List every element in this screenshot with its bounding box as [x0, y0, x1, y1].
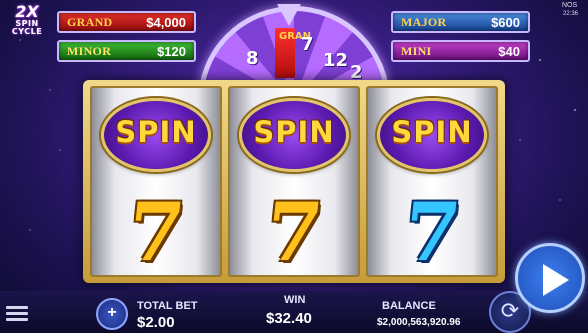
total-bet-value: $2.00 [137, 314, 175, 331]
logo-line-3: CYCLE [11, 27, 43, 36]
reel-2: SPIN 7 [228, 86, 360, 277]
jackpot-grand-label: GRAND [67, 14, 113, 29]
win-label: WIN [284, 294, 306, 306]
jackpot-mini-value: $40 [498, 43, 520, 59]
balance-value: $2,000,563,920.96 [377, 317, 461, 328]
refresh-icon: ⟳ [500, 298, 520, 323]
spin-symbol-text: SPIN [391, 115, 473, 149]
jackpot-minor-value: $120 [157, 43, 186, 59]
jackpot-grand-value: $4,000 [146, 14, 186, 30]
spin-symbol-text: SPIN [253, 115, 335, 149]
jackpot-major: MAJOR $600 [391, 11, 530, 33]
spin-button[interactable] [515, 243, 585, 313]
balance-label: BALANCE [382, 300, 436, 312]
brand-mark: NOS [562, 2, 578, 9]
play-icon [543, 264, 569, 296]
menu-icon[interactable] [6, 303, 28, 323]
wheel-number: 8 [246, 48, 259, 69]
seven-symbol-text: 7 [123, 185, 189, 277]
wheel-pointer [277, 4, 301, 26]
seven-symbol: 7 [123, 185, 189, 275]
seven-symbol-blue: 7 [399, 185, 465, 275]
jackpot-grand: GRAND $4,000 [57, 11, 196, 33]
win-value: $32.40 [266, 310, 312, 327]
jackpot-major-label: MAJOR [401, 14, 447, 29]
total-bet-label: TOTAL BET [137, 300, 198, 312]
logo-line-1: 2X [15, 2, 39, 21]
reel-frame: SPIN 7 SPIN 7 SPIN 7 [83, 80, 505, 283]
wheel-number: 12 [323, 50, 349, 71]
wheel-grand-label: GRAN [279, 32, 311, 42]
game-logo: 2X SPIN CYCLE [3, 4, 51, 38]
spin-symbol-text: SPIN [115, 115, 197, 149]
jackpot-major-value: $600 [491, 14, 520, 30]
reel-1: SPIN 7 [90, 86, 222, 277]
chip-stack-icon: + [107, 304, 117, 321]
jackpot-mini: MINI $40 [391, 40, 530, 62]
jackpot-minor: MINOR $120 [57, 40, 196, 62]
clock: 22:36 [563, 11, 579, 17]
seven-symbol: 7 [261, 185, 327, 275]
seven-symbol-text: 7 [261, 185, 327, 277]
jackpot-mini-label: MINI [401, 43, 432, 58]
jackpot-minor-label: MINOR [67, 43, 112, 58]
reel-3: SPIN 7 [366, 86, 498, 277]
seven-symbol-text: 7 [399, 185, 465, 277]
bet-chips-button[interactable]: + [96, 298, 128, 330]
wheel-number: 7 [301, 34, 314, 55]
